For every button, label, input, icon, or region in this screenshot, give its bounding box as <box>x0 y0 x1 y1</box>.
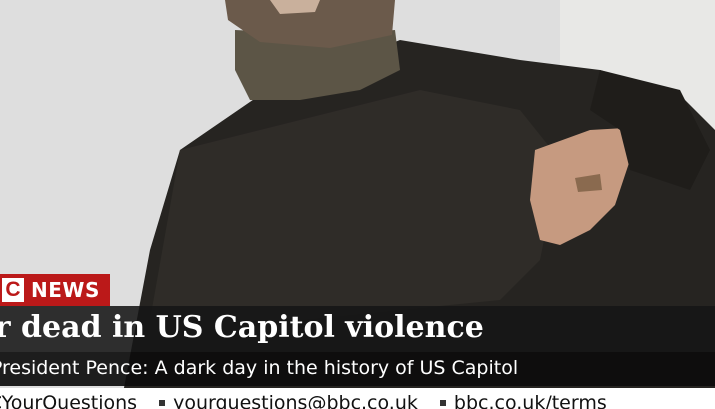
headline-text: ur dead in US Capitol violence <box>0 310 484 345</box>
ticker-item-email: yourquestions@bbc.co.uk <box>173 392 418 409</box>
channel-logo: C NEWS <box>0 274 110 306</box>
ticker-bullet-icon <box>159 400 166 406</box>
subheadline-bar: -President Pence: A dark day in the hist… <box>0 352 715 386</box>
video-frame: C NEWS ur dead in US Capitol violence -P… <box>0 0 715 409</box>
subheadline-text: -President Pence: A dark day in the hist… <box>0 357 519 379</box>
ticker-bullet-icon <box>439 400 446 406</box>
ticker-track: BCYourQuestions yourquestions@bbc.co.uk … <box>0 390 607 409</box>
ticker-item-terms: bbc.co.uk/terms <box>453 392 607 409</box>
headline-bar: ur dead in US Capitol violence <box>0 306 715 352</box>
channel-name: NEWS <box>31 278 100 302</box>
logo-box: C <box>2 278 24 302</box>
news-lower-third: C NEWS ur dead in US Capitol violence -P… <box>0 272 715 409</box>
ticker-item-hashtag: BCYourQuestions <box>0 392 138 409</box>
ticker-bar: BCYourQuestions yourquestions@bbc.co.uk … <box>0 388 715 409</box>
